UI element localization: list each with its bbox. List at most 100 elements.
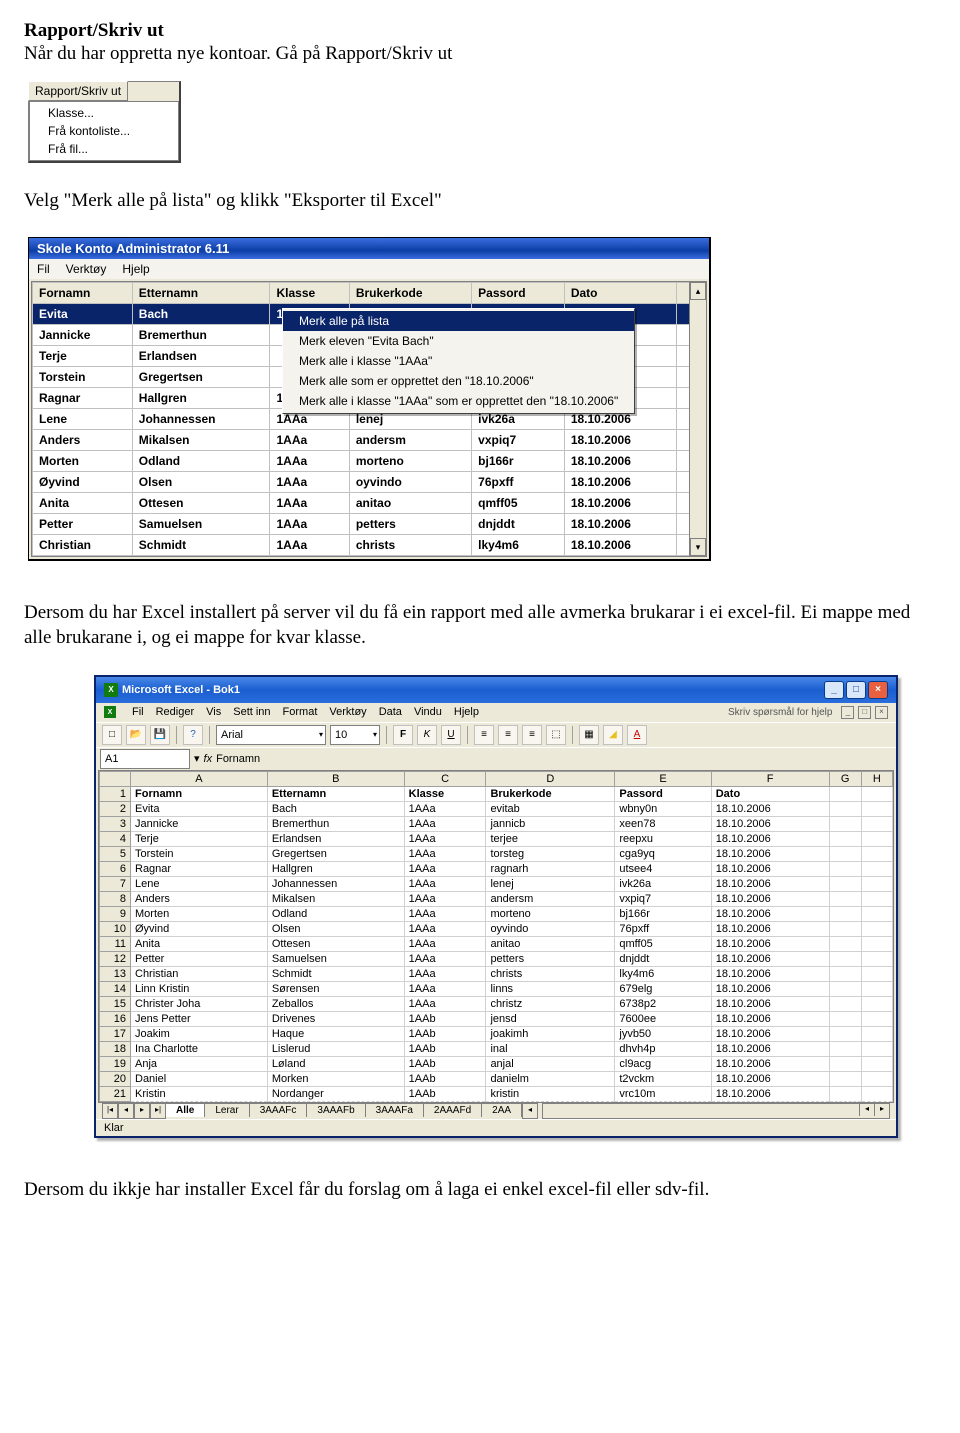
grid-row[interactable]: 12PetterSamuelsen1AAapettersdnjddt18.10.…: [100, 951, 893, 966]
tab-nav-last-icon[interactable]: ▸|: [150, 1103, 166, 1119]
menu-item-klasse[interactable]: Klasse...: [30, 104, 178, 122]
underline-icon[interactable]: U: [441, 725, 461, 745]
col-header[interactable]: G: [829, 771, 861, 786]
hscroll-left-icon[interactable]: ◂: [859, 1104, 874, 1116]
row-header[interactable]: 4: [100, 831, 131, 846]
grid-row[interactable]: 7LeneJohannessen1AAalenejivk26a18.10.200…: [100, 876, 893, 891]
close-button[interactable]: ×: [868, 681, 888, 699]
help-icon[interactable]: ?: [183, 725, 203, 745]
menu-item-fra-fil[interactable]: Frå fil...: [30, 140, 178, 158]
cm-merk-dato[interactable]: Merk alle som er opprettet den "18.10.20…: [283, 371, 634, 391]
menu-fil[interactable]: Fil: [37, 262, 50, 276]
row-header[interactable]: 3: [100, 816, 131, 831]
grid-row[interactable]: 16Jens PetterDrivenes1AAbjensd7600ee18.1…: [100, 1011, 893, 1026]
align-left-icon[interactable]: ≡: [474, 725, 494, 745]
name-box[interactable]: A1: [100, 749, 190, 769]
grid-row[interactable]: 11AnitaOttesen1AAaanitaoqmff0518.10.2006: [100, 936, 893, 951]
row-header[interactable]: 19: [100, 1056, 131, 1071]
grid-row[interactable]: 20DanielMorken1AAbdanielmt2vckm18.10.200…: [100, 1071, 893, 1086]
grid-row[interactable]: 2EvitaBach1AAaevitabwbny0n18.10.2006: [100, 801, 893, 816]
menu-sett-inn[interactable]: Sett inn: [233, 706, 270, 718]
table-header[interactable]: Brukerkode: [349, 283, 471, 304]
grid-row[interactable]: 13ChristianSchmidt1AAachristslky4m618.10…: [100, 966, 893, 981]
row-header[interactable]: 2: [100, 801, 131, 816]
grid-row[interactable]: 6RagnarHallgren1AAaragnarhutsee418.10.20…: [100, 861, 893, 876]
row-header[interactable]: 14: [100, 981, 131, 996]
fontsize-combo[interactable]: 10: [330, 725, 380, 745]
row-header[interactable]: 17: [100, 1026, 131, 1041]
grid-row[interactable]: 1FornamnEtternamnKlasseBrukerkodePassord…: [100, 786, 893, 801]
menu-verktoy[interactable]: Verktøy: [66, 262, 107, 276]
table-row[interactable]: PetterSamuelsen1AAapettersdnjddt18.10.20…: [33, 514, 706, 535]
row-header[interactable]: 8: [100, 891, 131, 906]
grid-row[interactable]: 21KristinNordanger1AAbkristinvrc10m18.10…: [100, 1086, 893, 1101]
menu-vindu[interactable]: Vindu: [414, 706, 442, 718]
table-row[interactable]: AndersMikalsen1AAaandersmvxpiq718.10.200…: [33, 430, 706, 451]
table-row[interactable]: ØyvindOlsen1AAaoyvindo76pxff18.10.2006: [33, 472, 706, 493]
grid-row[interactable]: 15Christer JohaZeballos1AAachristz6738p2…: [100, 996, 893, 1011]
tab-nav-first-icon[interactable]: |◂: [102, 1103, 118, 1119]
excel-grid[interactable]: ABCDEFGH1FornamnEtternamnKlasseBrukerkod…: [99, 771, 893, 1102]
table-header[interactable]: Fornamn: [33, 283, 133, 304]
cm-merk-klasse[interactable]: Merk alle i klasse "1AAa": [283, 351, 634, 371]
grid-row[interactable]: 19AnjaLøland1AAbanjalcl9acg18.10.2006: [100, 1056, 893, 1071]
row-header[interactable]: 21: [100, 1086, 131, 1101]
row-header[interactable]: 20: [100, 1071, 131, 1086]
menu-hjelp[interactable]: Hjelp: [122, 262, 149, 276]
table-row[interactable]: AnitaOttesen1AAaanitaoqmff0518.10.2006: [33, 493, 706, 514]
scroll-down-icon[interactable]: ▾: [690, 538, 706, 556]
cm-merk-klasse-dato[interactable]: Merk alle i klasse "1AAa" som er opprett…: [283, 391, 634, 411]
new-icon[interactable]: □: [102, 725, 122, 745]
fill-color-icon[interactable]: ◢: [603, 725, 623, 745]
table-row[interactable]: MortenOdland1AAamortenobj166r18.10.2006: [33, 451, 706, 472]
menu-format[interactable]: Format: [283, 706, 318, 718]
doc-close-button[interactable]: ×: [875, 706, 888, 719]
maximize-button[interactable]: □: [846, 681, 866, 699]
formula-content[interactable]: Fornamn: [216, 753, 260, 765]
align-right-icon[interactable]: ≡: [522, 725, 542, 745]
table-header[interactable]: Klasse: [270, 283, 349, 304]
table-row[interactable]: ChristianSchmidt1AAachristslky4m618.10.2…: [33, 535, 706, 556]
menu-vis[interactable]: Vis: [206, 706, 221, 718]
italic-icon[interactable]: K: [417, 725, 437, 745]
sheet-tab[interactable]: 3AAAFc: [250, 1103, 308, 1117]
font-combo[interactable]: Arial: [216, 725, 326, 745]
row-header[interactable]: 7: [100, 876, 131, 891]
hscrollbar[interactable]: ◂ ▸: [542, 1103, 890, 1119]
fx-icon[interactable]: fx: [204, 753, 213, 765]
row-header[interactable]: 5: [100, 846, 131, 861]
grid-row[interactable]: 8AndersMikalsen1AAaandersmvxpiq718.10.20…: [100, 891, 893, 906]
col-header[interactable]: F: [711, 771, 829, 786]
grid-row[interactable]: 10ØyvindOlsen1AAaoyvindo76pxff18.10.2006: [100, 921, 893, 936]
table-header[interactable]: Etternamn: [132, 283, 270, 304]
tab-nav-prev-icon[interactable]: ◂: [118, 1103, 134, 1119]
row-header[interactable]: 12: [100, 951, 131, 966]
col-header[interactable]: A: [131, 771, 268, 786]
tab-nav-next-icon[interactable]: ▸: [134, 1103, 150, 1119]
cm-merk-alle-lista[interactable]: Merk alle på lista: [283, 311, 634, 331]
menu-verktoy[interactable]: Verktøy: [329, 706, 366, 718]
menu-rediger[interactable]: Rediger: [156, 706, 195, 718]
grid-row[interactable]: 17JoakimHaque1AAbjoakimhjyvb5018.10.2006: [100, 1026, 893, 1041]
row-header[interactable]: 16: [100, 1011, 131, 1026]
col-header[interactable]: D: [486, 771, 615, 786]
bold-icon[interactable]: F: [393, 725, 413, 745]
borders-icon[interactable]: ▦: [579, 725, 599, 745]
scrollbar[interactable]: ▴ ▾: [689, 282, 706, 556]
rapport-menu-title[interactable]: Rapport/Skriv ut: [28, 81, 128, 101]
col-header[interactable]: B: [267, 771, 404, 786]
menu-item-fra-kontoliste[interactable]: Frå kontoliste...: [30, 122, 178, 140]
table-header[interactable]: Passord: [472, 283, 565, 304]
menu-fil[interactable]: Fil: [132, 706, 144, 718]
menu-hjelp[interactable]: Hjelp: [454, 706, 479, 718]
menu-data[interactable]: Data: [379, 706, 402, 718]
row-header[interactable]: 9: [100, 906, 131, 921]
grid-row[interactable]: 4TerjeErlandsen1AAaterjeereepxu18.10.200…: [100, 831, 893, 846]
cm-merk-eleven[interactable]: Merk eleven "Evita Bach": [283, 331, 634, 351]
sheet-tab[interactable]: 2AA: [482, 1103, 522, 1117]
table-header[interactable]: Dato: [564, 283, 676, 304]
row-header[interactable]: 18: [100, 1041, 131, 1056]
grid-row[interactable]: 5TorsteinGregertsen1AAatorstegcga9yq18.1…: [100, 846, 893, 861]
doc-restore-button[interactable]: □: [858, 706, 871, 719]
row-header[interactable]: 13: [100, 966, 131, 981]
